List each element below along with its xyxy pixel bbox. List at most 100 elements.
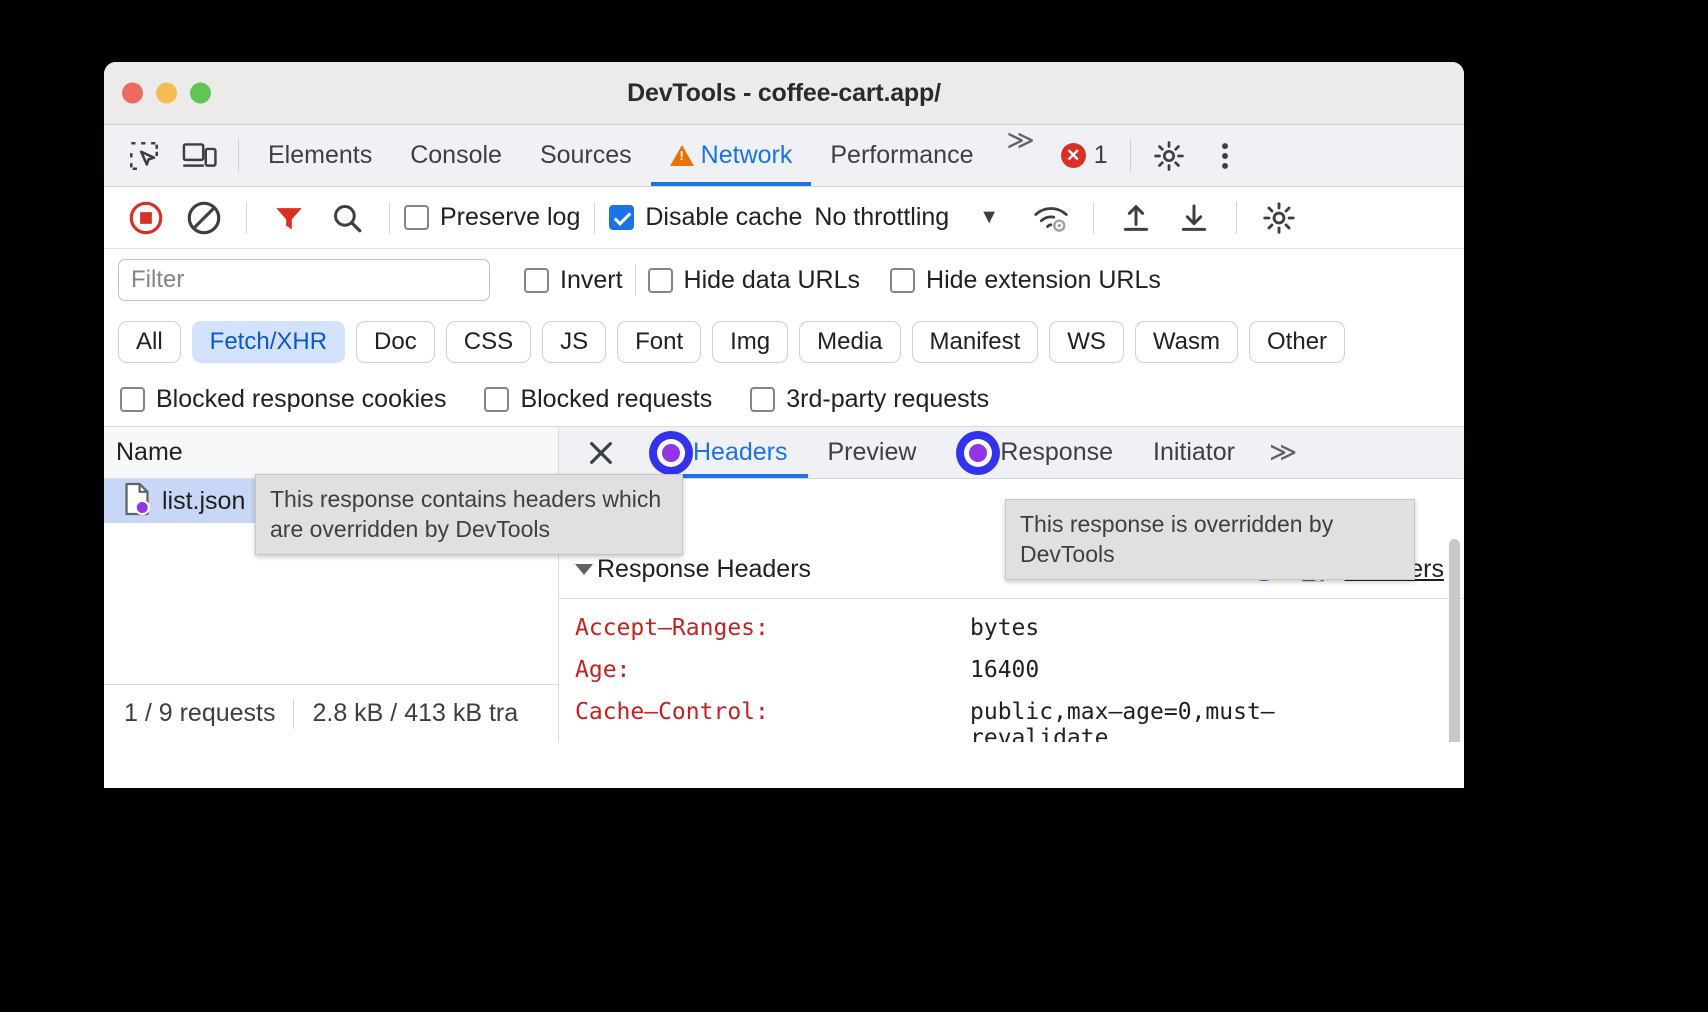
chip-fetch-xhr[interactable]: Fetch/XHR bbox=[192, 321, 345, 363]
response-headers-title: Response Headers bbox=[597, 555, 811, 584]
blocked-response-cookies-box[interactable] bbox=[120, 387, 145, 412]
overridden-badge-icon bbox=[649, 431, 693, 475]
error-count-label: 1 bbox=[1094, 141, 1108, 170]
export-har-icon[interactable] bbox=[1166, 190, 1222, 246]
chip-ws[interactable]: WS bbox=[1049, 321, 1124, 363]
devtools-window: DevTools - coffee-cart.app/ Elements Con… bbox=[104, 62, 1464, 788]
chip-img[interactable]: Img bbox=[712, 321, 788, 363]
tab-network-label: Network bbox=[701, 141, 793, 170]
toolbar-divider-4 bbox=[389, 202, 390, 234]
blocked-requests-checkbox[interactable]: Blocked requests bbox=[484, 385, 712, 414]
blocked-response-cookies-checkbox[interactable]: Blocked response cookies bbox=[120, 385, 446, 414]
disable-cache-box[interactable] bbox=[609, 205, 634, 230]
tab-console-label: Console bbox=[410, 141, 502, 170]
close-detail-button[interactable] bbox=[573, 427, 629, 478]
detail-scrollbar[interactable] bbox=[1449, 539, 1460, 742]
tab-network[interactable]: Network bbox=[651, 125, 812, 186]
minimize-window-button[interactable] bbox=[156, 83, 177, 104]
header-value[interactable]: 16400 bbox=[970, 657, 1039, 683]
tab-elements-label: Elements bbox=[268, 141, 372, 170]
import-har-icon[interactable] bbox=[1108, 190, 1164, 246]
error-count-indicator[interactable]: ✕ 1 bbox=[1049, 125, 1120, 186]
kebab-menu-icon[interactable] bbox=[1197, 125, 1253, 186]
filter-input[interactable] bbox=[118, 259, 490, 301]
blocked-requests-box[interactable] bbox=[484, 387, 509, 412]
status-divider bbox=[293, 699, 294, 729]
hide-data-urls-label: Hide data URLs bbox=[684, 266, 860, 295]
overridden-badge-icon-2 bbox=[956, 431, 1000, 475]
search-icon[interactable] bbox=[319, 190, 375, 246]
toolbar-divider bbox=[238, 139, 239, 172]
chip-manifest[interactable]: Manifest bbox=[912, 321, 1039, 363]
chip-other[interactable]: Other bbox=[1249, 321, 1345, 363]
preserve-log-box[interactable] bbox=[404, 205, 429, 230]
chip-wasm[interactable]: Wasm bbox=[1135, 321, 1238, 363]
header-value[interactable]: public,max–age=0,must– revalidate bbox=[970, 699, 1275, 742]
traffic-lights bbox=[122, 83, 211, 104]
header-name: Age: bbox=[575, 657, 970, 683]
header-value[interactable]: bytes bbox=[970, 615, 1039, 641]
chip-media[interactable]: Media bbox=[799, 321, 900, 363]
more-detail-tabs-icon[interactable]: ≫ bbox=[1255, 427, 1311, 478]
tab-headers-label: Headers bbox=[693, 438, 788, 467]
toolbar-divider-6 bbox=[1093, 202, 1094, 234]
chip-doc[interactable]: Doc bbox=[356, 321, 435, 363]
header-row-cache-control: Cache–Control: public,max–age=0,must– re… bbox=[559, 699, 1464, 742]
network-status-bar: 1 / 9 requests 2.8 kB / 413 kB tra bbox=[104, 684, 558, 742]
window-titlebar: DevTools - coffee-cart.app/ bbox=[104, 62, 1464, 125]
filter-row: Invert Hide data URLs Hide extension URL… bbox=[104, 249, 1464, 311]
tab-initiator[interactable]: Initiator bbox=[1133, 427, 1255, 478]
more-filters-row: Blocked response cookies Blocked request… bbox=[104, 373, 1464, 427]
hide-extension-urls-checkbox[interactable]: Hide extension URLs bbox=[890, 266, 1161, 295]
disable-cache-label: Disable cache bbox=[645, 203, 802, 232]
toolbar-divider-5 bbox=[594, 202, 595, 234]
chip-all[interactable]: All bbox=[118, 321, 181, 363]
chip-css[interactable]: CSS bbox=[446, 321, 531, 363]
maximize-window-button[interactable] bbox=[190, 83, 211, 104]
third-party-requests-checkbox[interactable]: 3rd-party requests bbox=[750, 385, 989, 414]
more-tabs-icon[interactable]: ≫ bbox=[992, 125, 1048, 186]
device-toolbar-icon[interactable] bbox=[172, 125, 228, 186]
hide-extension-urls-box[interactable] bbox=[890, 268, 915, 293]
chip-js[interactable]: JS bbox=[542, 321, 606, 363]
inspect-element-icon[interactable] bbox=[116, 125, 172, 186]
tab-sources-label: Sources bbox=[540, 141, 632, 170]
gear-icon[interactable] bbox=[1141, 125, 1197, 186]
tab-performance-label: Performance bbox=[830, 141, 973, 170]
tab-headers[interactable]: Headers bbox=[629, 427, 808, 478]
header-row-accept-ranges: Accept–Ranges: bytes bbox=[559, 615, 1464, 641]
name-column-header[interactable]: Name bbox=[104, 427, 558, 479]
filter-funnel-icon[interactable] bbox=[261, 190, 317, 246]
tab-response[interactable]: Response bbox=[936, 427, 1133, 478]
request-detail-pane: Headers Preview Response Initiator ≫ bbox=[559, 427, 1464, 742]
hide-data-urls-checkbox[interactable]: Hide data URLs bbox=[648, 266, 860, 295]
close-window-button[interactable] bbox=[122, 83, 143, 104]
filter-divider bbox=[635, 264, 636, 296]
toolbar-divider-7 bbox=[1236, 202, 1237, 234]
invert-box[interactable] bbox=[524, 268, 549, 293]
chevron-down-icon[interactable]: ▼ bbox=[979, 206, 999, 229]
preserve-log-checkbox[interactable]: Preserve log bbox=[404, 203, 580, 232]
throttling-select[interactable]: No throttling bbox=[814, 203, 949, 232]
third-party-requests-box[interactable] bbox=[750, 387, 775, 412]
tab-preview[interactable]: Preview bbox=[808, 427, 937, 478]
warning-triangle-icon bbox=[670, 145, 694, 166]
tab-elements[interactable]: Elements bbox=[249, 125, 391, 186]
transfer-size: 2.8 kB / 413 kB tra bbox=[312, 699, 518, 728]
tab-initiator-label: Initiator bbox=[1153, 438, 1235, 467]
hide-data-urls-box[interactable] bbox=[648, 268, 673, 293]
request-count: 1 / 9 requests bbox=[124, 699, 275, 728]
network-settings-gear-icon[interactable] bbox=[1251, 190, 1307, 246]
tab-console[interactable]: Console bbox=[391, 125, 521, 186]
invert-checkbox[interactable]: Invert bbox=[524, 266, 623, 295]
clear-button[interactable] bbox=[176, 190, 232, 246]
collapse-triangle-icon[interactable] bbox=[575, 564, 593, 575]
tab-performance[interactable]: Performance bbox=[811, 125, 992, 186]
chip-font[interactable]: Font bbox=[617, 321, 701, 363]
network-conditions-icon[interactable] bbox=[1023, 190, 1079, 246]
header-name: Accept–Ranges: bbox=[575, 615, 970, 641]
record-button[interactable] bbox=[118, 190, 174, 246]
disable-cache-checkbox[interactable]: Disable cache bbox=[609, 203, 802, 232]
detail-scroll-thumb[interactable] bbox=[1449, 539, 1460, 742]
tab-sources[interactable]: Sources bbox=[521, 125, 651, 186]
